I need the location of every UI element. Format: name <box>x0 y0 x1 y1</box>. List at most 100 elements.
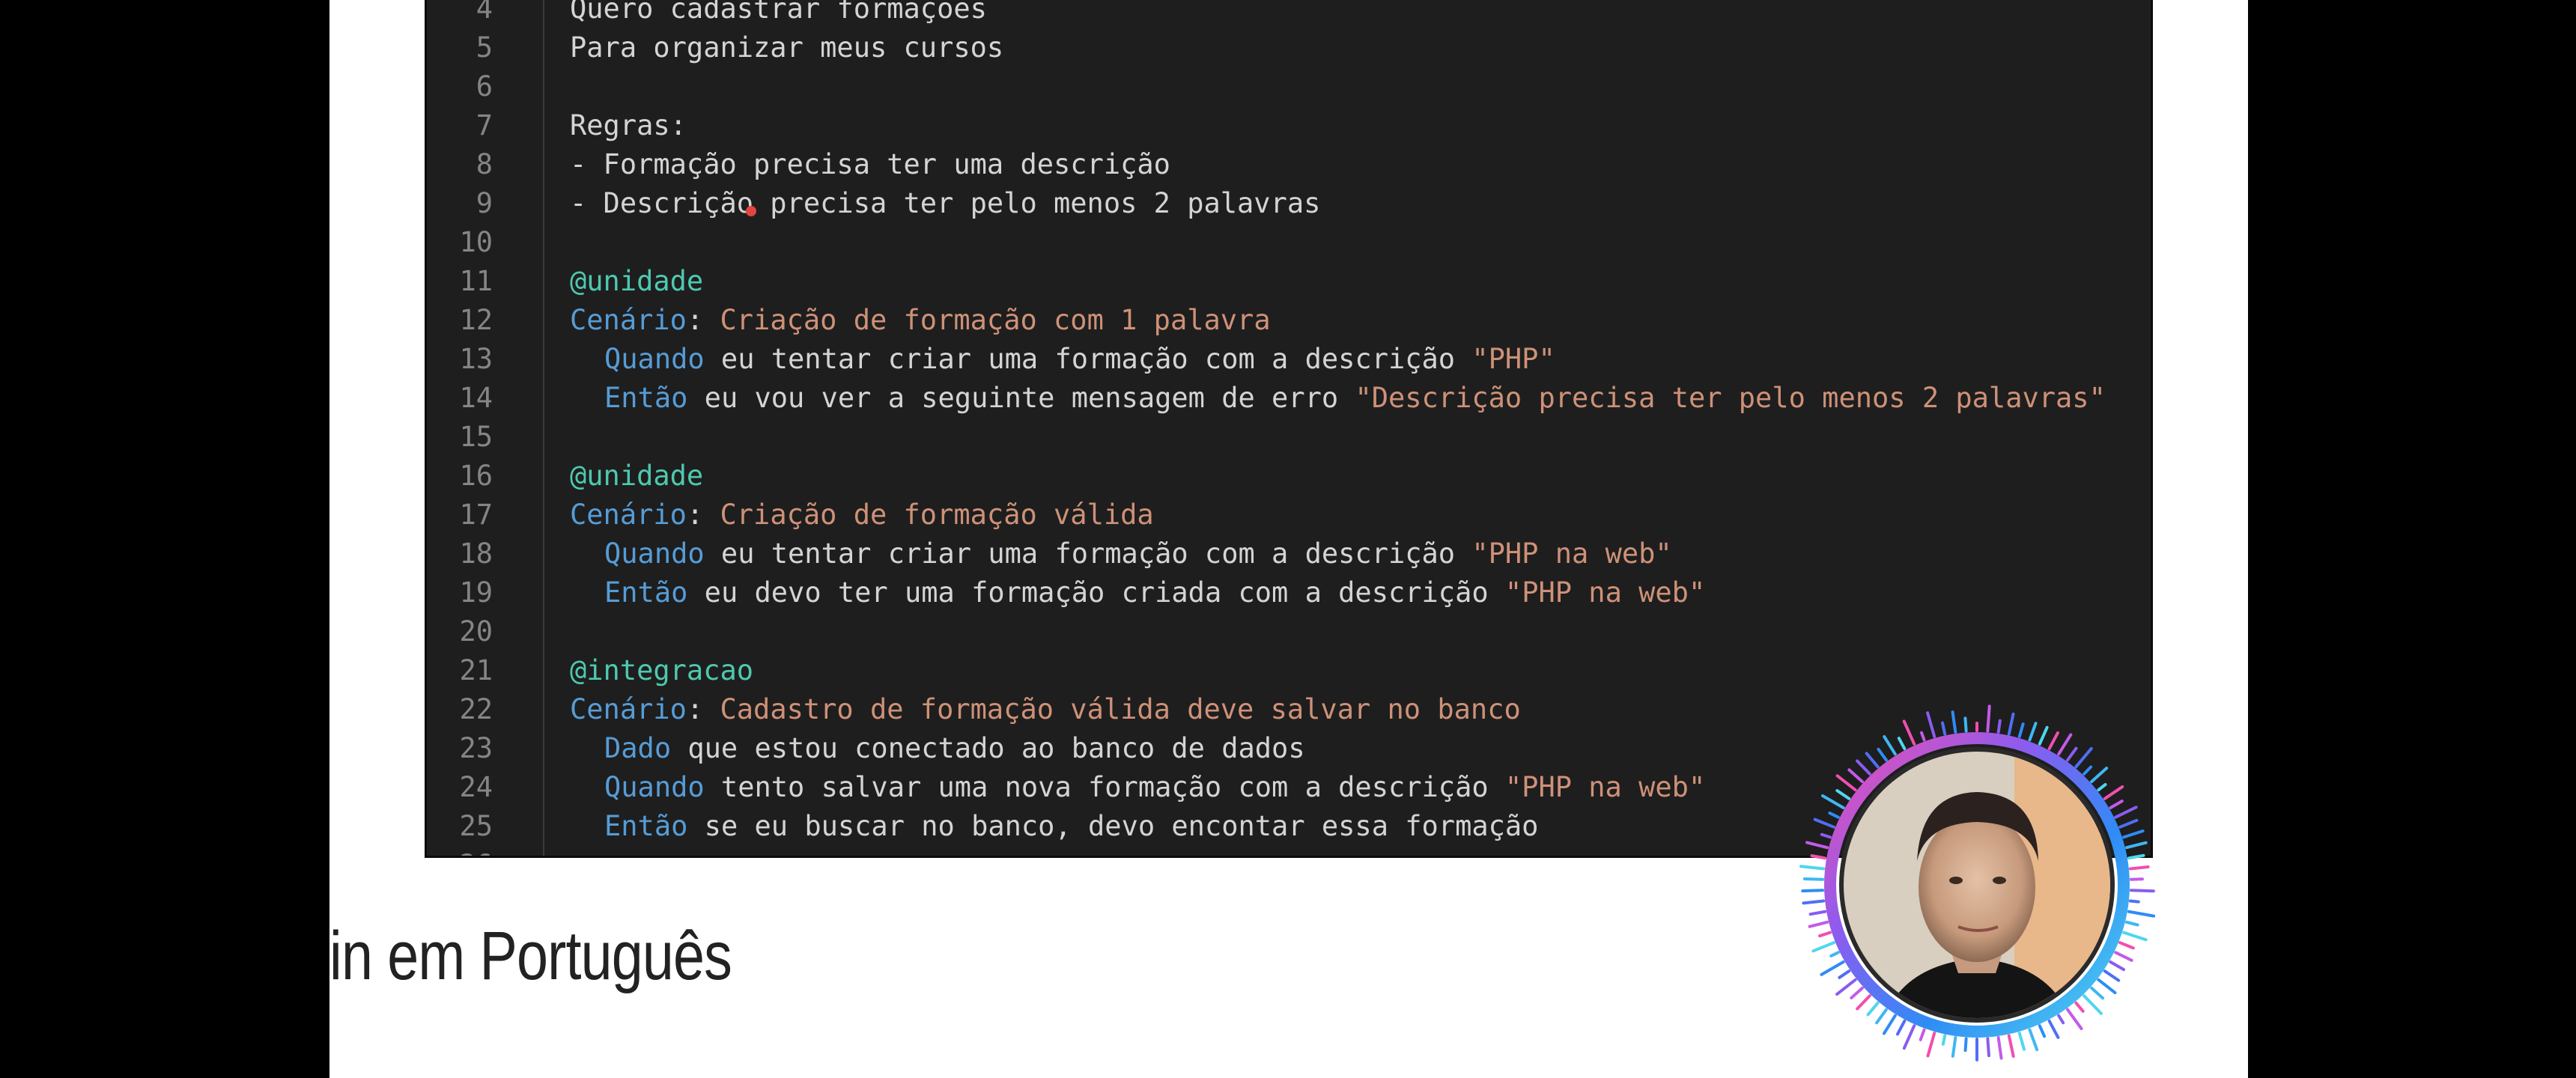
gherkin-keyword: Cenário <box>570 499 687 531</box>
visualizer-bar <box>1838 969 1851 979</box>
visualizer-bar <box>2066 746 2078 762</box>
visualizer-bar <box>2124 841 2148 850</box>
code-line[interactable]: 18 Quando eu tentar criar uma formação co… <box>427 535 2151 573</box>
line-code: Para organizar meus cursos <box>570 28 1003 67</box>
visualizer-bar <box>2124 920 2139 927</box>
line-code: Dado que estou conectado ao banco de dad… <box>604 729 1305 768</box>
code-line[interactable]: 9 - Descrição precisa ter pelo menos 2 pa… <box>427 184 2151 223</box>
visualizer-bar <box>1883 735 1897 756</box>
code-line[interactable]: 10 <box>427 223 2151 262</box>
visualizer-bar <box>2109 800 2124 809</box>
visualizer-bar <box>1866 1001 1880 1017</box>
visualizer-bar <box>1996 719 2002 734</box>
line-code: Cenário: Criação de formação com 1 palav… <box>570 301 1271 340</box>
scenario-title: Criação de formação válida <box>720 499 1154 531</box>
visualizer-bar <box>2074 746 2093 769</box>
code-text: eu devo ter uma formação criada com a de… <box>687 576 1505 609</box>
code-line[interactable]: 12 Cenário: Criação de formação com 1 pal… <box>427 301 2151 340</box>
line-number: 18 <box>459 538 493 570</box>
visualizer-bar <box>1865 752 1880 769</box>
code-line[interactable]: 13 Quando eu tentar criar uma formação co… <box>427 340 2151 379</box>
line-number: 26 <box>427 846 493 856</box>
visualizer-bar <box>1897 737 1907 751</box>
visualizer-bar <box>2109 960 2126 972</box>
code-text: - Descrição precisa ter pelo menos 2 pal… <box>570 187 1321 219</box>
code-text: tento salvar uma nova formação com a des… <box>704 771 1505 803</box>
visualizer-bar <box>1941 721 1947 736</box>
code-line[interactable]: 14 Então eu vou ver a seguinte mensagem d… <box>427 379 2151 418</box>
line-number: 9 <box>476 187 493 219</box>
visualizer-bar <box>1941 1034 1947 1046</box>
line-code: Então eu vou ver a seguinte mensagem de … <box>604 379 2106 418</box>
visualizer-bar <box>1829 951 1840 957</box>
code-line[interactable]: 16 @unidade <box>427 457 2151 496</box>
line-code: @unidade <box>570 262 703 301</box>
visualizer-bar <box>1799 865 1826 871</box>
visualizer-bar <box>1811 941 1836 953</box>
visualizer-bar <box>2057 733 2073 756</box>
line-number: 15 <box>459 421 493 453</box>
code-line[interactable]: 15 <box>427 418 2151 457</box>
visualizer-bar <box>2118 818 2139 829</box>
visualizer-bar <box>2083 994 2103 1015</box>
visualizer-bar <box>1808 910 1827 916</box>
line-code: Então se eu buscar no banco, devo encont… <box>604 807 1538 846</box>
line-code: @unidade <box>570 457 703 496</box>
visualizer-bar <box>1805 841 1829 850</box>
line-number: 4 <box>476 0 493 25</box>
code-text: se eu buscar no banco, devo encontar ess… <box>687 810 1539 842</box>
visualizer-bar <box>1810 854 1827 860</box>
line-code: - Formação precisa ter uma descrição <box>570 145 1170 184</box>
code-line[interactable]: 4 Quero cadastrar formações <box>427 0 2151 28</box>
gherkin-tag: @unidade <box>570 265 704 297</box>
code-line[interactable]: 11 @unidade <box>427 262 2151 301</box>
code-line[interactable]: 20 <box>427 612 2151 651</box>
visualizer-bar <box>2129 877 2144 881</box>
code-line[interactable]: 21 @integracao <box>427 651 2151 690</box>
visualizer-bar <box>1820 832 1832 839</box>
visualizer-bar <box>1835 789 1851 800</box>
caption-text: in em Português <box>329 918 732 994</box>
visualizer-bar <box>1813 817 1836 829</box>
visualizer-bar <box>2017 1032 2026 1051</box>
visualizer-bar <box>2007 1034 2015 1058</box>
visualizer-bar <box>1951 710 1957 734</box>
code-text: Para organizar meus cursos <box>570 31 1004 64</box>
visualizer-bar <box>2129 889 2155 893</box>
line-number: 7 <box>476 109 493 141</box>
line-number: 24 <box>459 771 493 803</box>
visualizer-bar <box>1882 1014 1897 1035</box>
visualizer-bar <box>1986 704 1991 733</box>
line-code: Quero cadastrar formações <box>570 0 987 28</box>
presenter-avatar-icon <box>1799 704 2156 1062</box>
gherkin-step-keyword: Então <box>604 810 688 842</box>
string-literal: "Descrição precisa ter pelo menos 2 pala… <box>1355 382 2106 414</box>
line-number: 22 <box>459 693 493 725</box>
visualizer-bar <box>2097 782 2107 792</box>
code-line[interactable]: 17 Cenário: Criação de formação válida <box>427 496 2151 535</box>
code-text: eu vou ver a seguinte mensagem de erro <box>687 382 1355 414</box>
gherkin-tag: @unidade <box>570 460 704 492</box>
line-code: Cenário: Criação de formação válida <box>570 496 1154 535</box>
code-line[interactable]: 8 - Formação precisa ter uma descrição <box>427 145 2151 184</box>
code-line[interactable]: 5 Para organizar meus cursos <box>427 28 2151 67</box>
visualizer-bar <box>1808 920 1829 928</box>
visualizer-bar <box>1820 960 1845 976</box>
line-number: 21 <box>459 654 493 686</box>
visualizer-bar <box>1986 1037 1990 1058</box>
visualizer-bar <box>2083 765 2093 776</box>
code-line[interactable]: 6 <box>427 67 2151 106</box>
presenter-avatar <box>1790 704 2164 1063</box>
visualizer-bar <box>2090 767 2109 784</box>
gherkin-step-keyword: Dado <box>604 732 672 764</box>
visualizer-bar <box>1919 1028 1926 1041</box>
code-line[interactable]: 19 Então eu devo ter uma formação criada … <box>427 573 2151 612</box>
gherkin-step-keyword: Quando <box>604 538 705 570</box>
scenario-title: Cadastro de formação válida deve salvar … <box>720 693 1521 725</box>
gherkin-tag: @integracao <box>570 654 754 686</box>
line-number: 20 <box>459 615 493 648</box>
code-line[interactable]: 7 Regras: <box>427 106 2151 145</box>
visualizer-bar <box>2028 1028 2039 1052</box>
line-code: @integracao <box>570 651 753 690</box>
visualizer-bar <box>1856 994 1871 1011</box>
